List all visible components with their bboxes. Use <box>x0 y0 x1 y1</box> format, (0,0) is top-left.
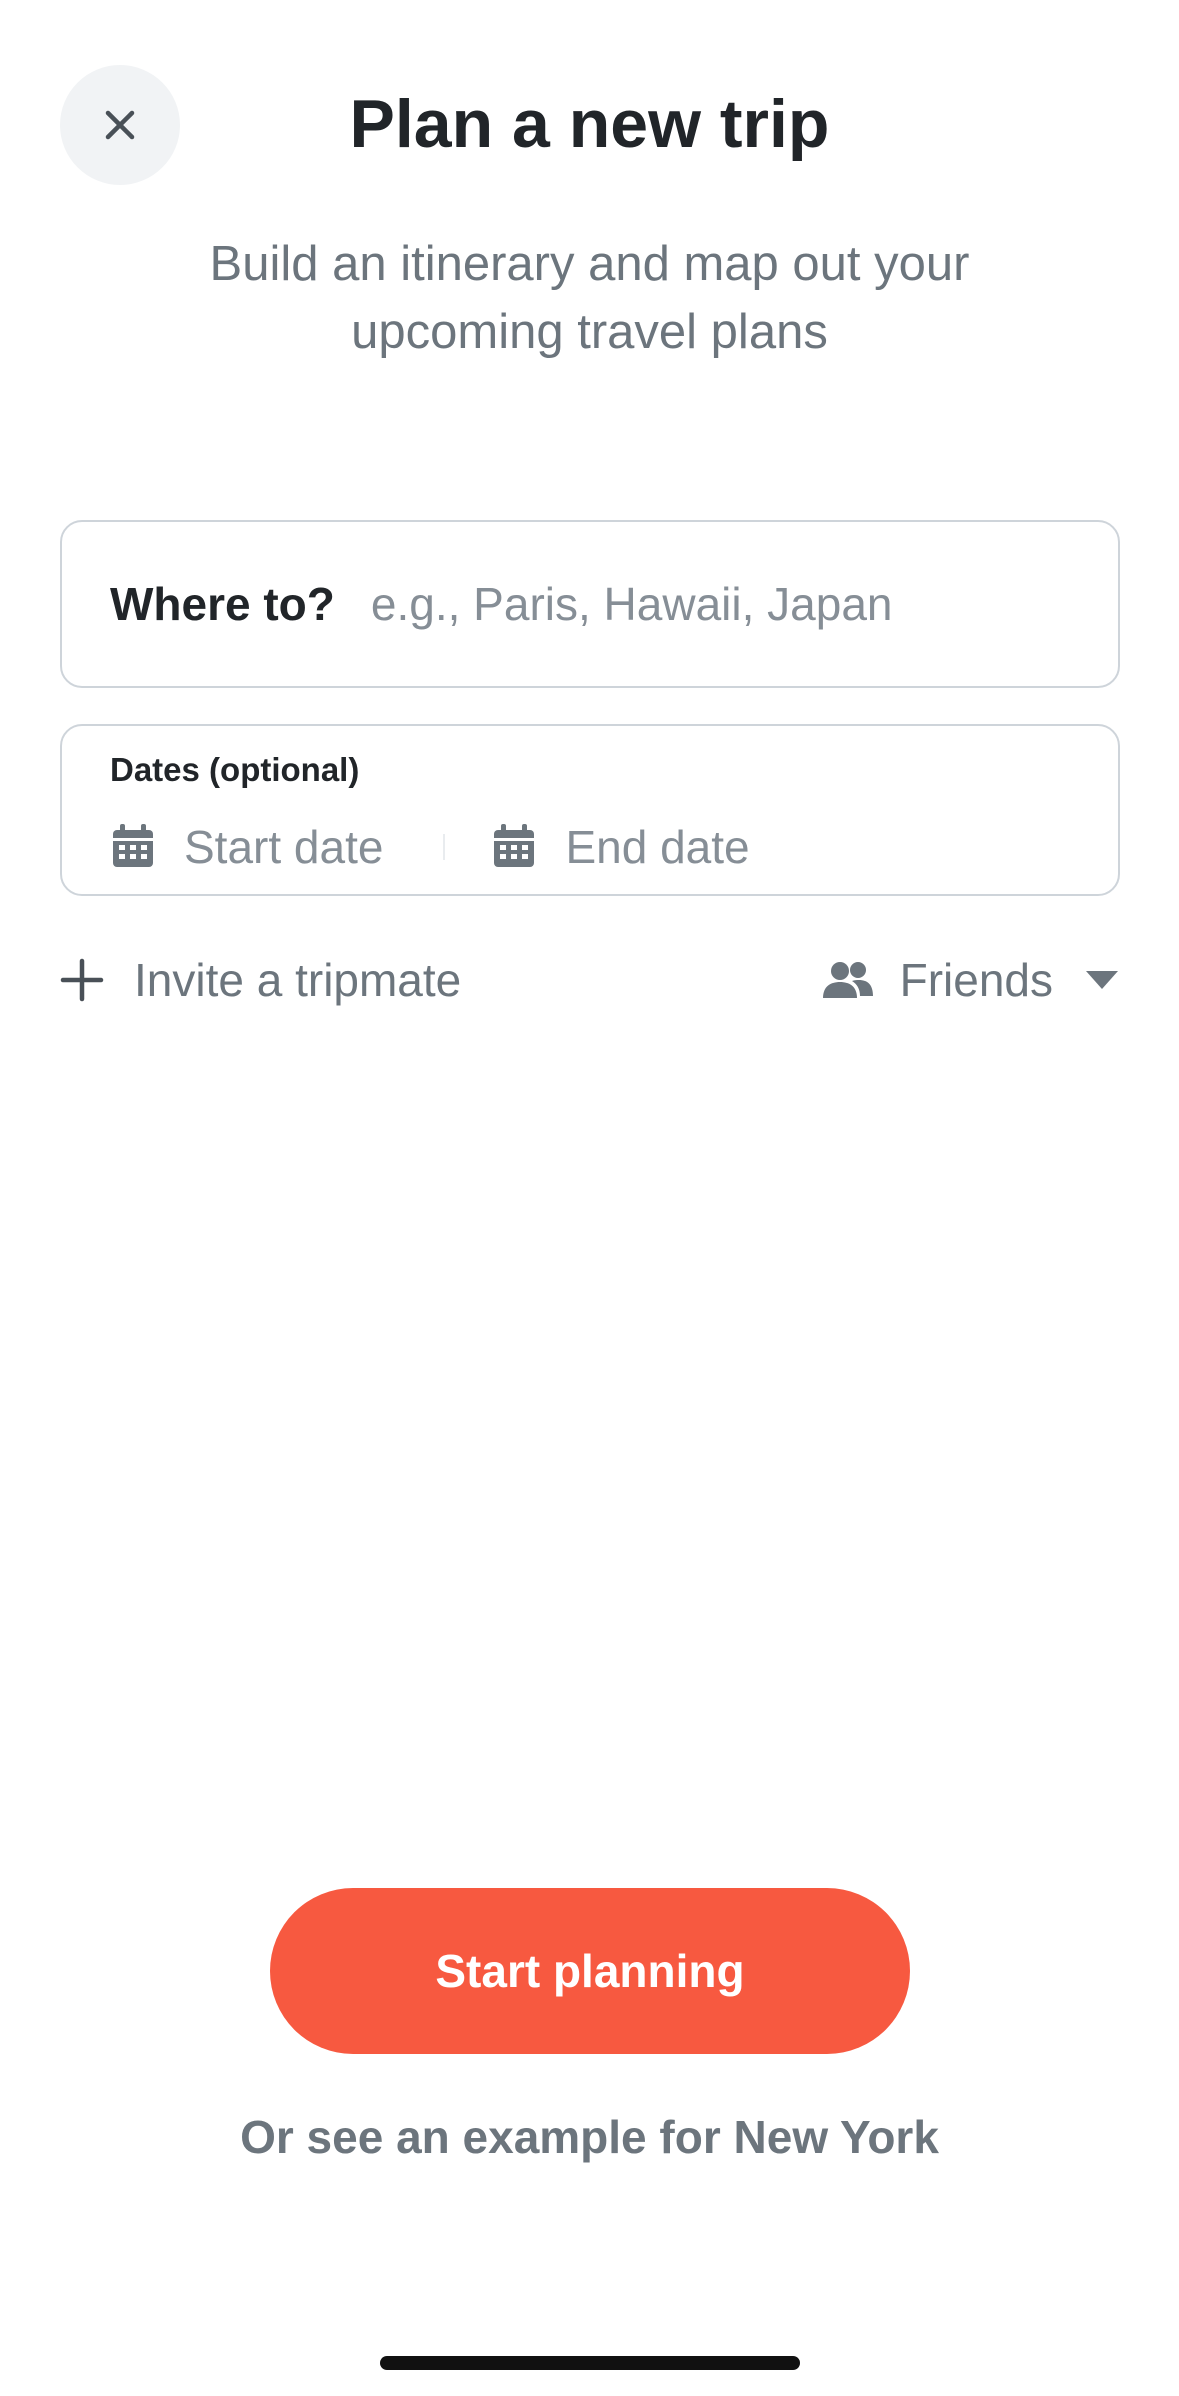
destination-label: Where to? <box>110 578 335 630</box>
start-date-label: Start date <box>184 821 384 873</box>
invite-tripmate-button[interactable]: Invite a tripmate <box>60 945 461 1015</box>
privacy-selected-label: Friends <box>899 954 1053 1006</box>
people-icon <box>822 962 873 998</box>
start-date-picker[interactable]: Start date <box>110 820 383 874</box>
destination-input[interactable] <box>370 577 1118 631</box>
end-date-label: End date <box>565 821 750 873</box>
start-planning-button[interactable]: Start planning <box>270 1888 910 2054</box>
end-date-picker[interactable]: End date <box>491 820 750 874</box>
dates-field: Dates (optional) Start date End date <box>60 724 1120 896</box>
date-divider <box>443 834 446 860</box>
plus-icon <box>60 958 104 1002</box>
page-subtitle: Build an itinerary and map out your upco… <box>209 237 970 359</box>
caret-down-icon <box>1086 971 1118 989</box>
page-title: Plan a new trip <box>349 86 830 162</box>
home-indicator <box>380 2356 800 2370</box>
destination-field[interactable]: Where to? <box>60 520 1120 688</box>
plan-trip-screen: Plan a new trip Build an itinerary and m… <box>0 0 1179 2396</box>
calendar-icon <box>494 824 535 867</box>
dates-label: Dates (optional) <box>110 751 360 788</box>
invite-tripmate-label: Invite a tripmate <box>134 954 462 1006</box>
calendar-icon <box>113 824 153 867</box>
example-new-york-link[interactable]: Or see an example for New York <box>0 2110 1179 2164</box>
privacy-dropdown[interactable]: Friends <box>822 945 1119 1015</box>
dates-row: Start date End date <box>110 812 1070 882</box>
